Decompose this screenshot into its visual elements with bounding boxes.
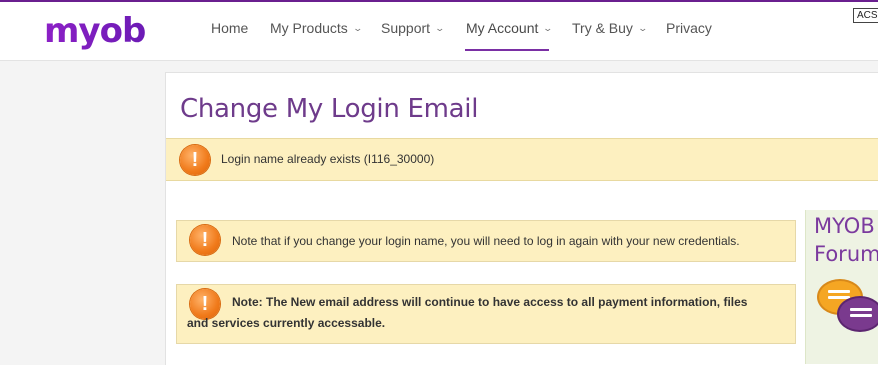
chat-bubble-purple	[837, 296, 878, 332]
page-title: Change My Login Email	[180, 94, 479, 124]
warning-icon: !	[180, 145, 210, 175]
forum-title-line1: MYOB	[814, 214, 875, 238]
nav-my-account-label: My Account	[466, 20, 539, 36]
nav-my-products-label: My Products	[270, 20, 348, 36]
nav-privacy[interactable]: Privacy	[666, 20, 712, 36]
nav-support-label: Support	[381, 20, 431, 36]
forum-promo[interactable]: MYOB Forum	[805, 210, 878, 364]
forum-title: MYOB Forum	[814, 212, 878, 268]
error-alert-text: Login name already exists (I116_30000)	[221, 152, 435, 166]
note-relogin-text: Note that if you change your login name,…	[232, 234, 740, 248]
note-relogin: ! Note that if you change your login nam…	[176, 220, 796, 262]
error-alert: ! Login name already exists (I116_30000)	[166, 138, 878, 181]
nav-my-account[interactable]: My Account ⌄	[466, 20, 554, 36]
nav-home[interactable]: Home	[211, 20, 248, 36]
acs-badge: ACS	[853, 8, 878, 23]
nav-support[interactable]: Support ⌄	[381, 20, 446, 36]
nav-home-label: Home	[211, 20, 249, 36]
chevron-down-icon: ⌄	[542, 22, 554, 33]
note-email-access-text: Note: The New email address will continu…	[187, 295, 748, 330]
forum-title-line2: Forum	[814, 242, 878, 266]
note-email-access: ! Note: The New email address will conti…	[176, 284, 796, 344]
active-nav-underline	[465, 49, 549, 51]
nav-try-buy-label: Try & Buy	[572, 20, 633, 36]
nav-try-buy[interactable]: Try & Buy ⌄	[572, 20, 648, 36]
chevron-down-icon: ⌄	[352, 22, 363, 33]
site-header: myob Home My Products ⌄ Support ⌄ My Acc…	[0, 2, 878, 61]
nav-privacy-label: Privacy	[666, 20, 712, 36]
myob-logo[interactable]: myob	[44, 11, 146, 51]
chevron-down-icon: ⌄	[434, 22, 446, 33]
nav-my-products[interactable]: My Products ⌄	[270, 20, 363, 36]
warning-icon: !	[190, 225, 220, 255]
chevron-down-icon: ⌄	[637, 22, 648, 33]
